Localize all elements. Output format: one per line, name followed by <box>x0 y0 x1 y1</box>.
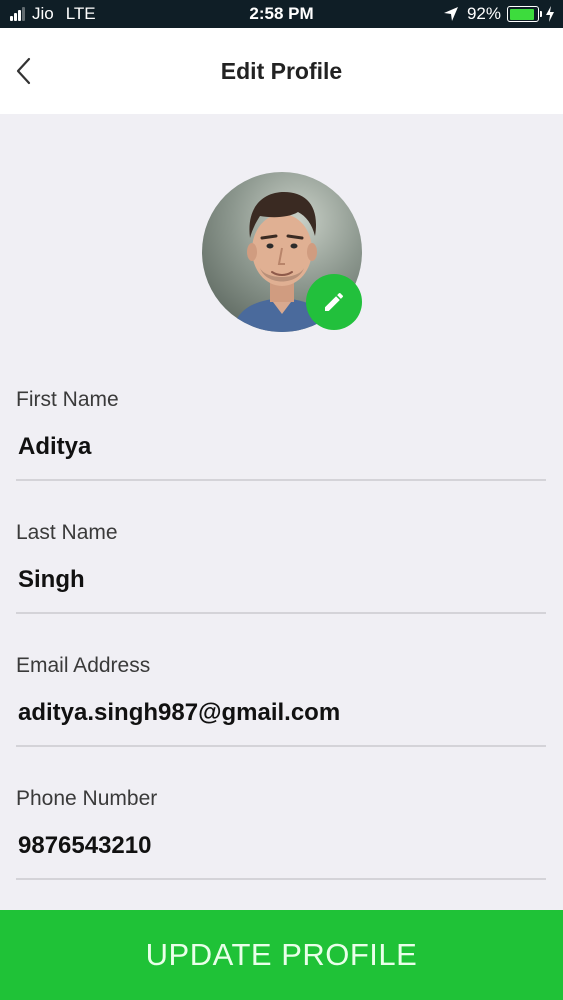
avatar-section <box>202 172 362 332</box>
first-name-label: First Name <box>16 388 119 411</box>
phone-input[interactable] <box>18 826 546 866</box>
email-label: Email Address <box>16 654 151 677</box>
first-name-field: First Name <box>16 387 546 481</box>
email-input[interactable] <box>18 693 546 733</box>
email-underline <box>16 745 546 747</box>
phone-label: Phone Number <box>16 787 158 810</box>
battery-fill <box>509 8 535 20</box>
edit-photo-button[interactable] <box>306 274 362 330</box>
phone-underline <box>16 878 546 880</box>
charging-bolt-icon <box>546 6 554 22</box>
first-name-input[interactable] <box>18 427 546 467</box>
email-field: Email Address <box>16 653 546 747</box>
first-name-underline <box>16 479 546 481</box>
last-name-input[interactable] <box>18 560 546 600</box>
last-name-underline <box>16 612 546 614</box>
update-profile-button[interactable]: UPDATE PROFILE <box>0 910 563 1000</box>
status-right: 92% <box>443 4 555 24</box>
last-name-field: Last Name <box>16 520 546 614</box>
location-arrow-icon <box>443 7 458 21</box>
pencil-icon <box>325 292 344 311</box>
battery-icon <box>507 6 542 22</box>
last-name-label: Last Name <box>16 521 118 544</box>
nav-header: Edit Profile <box>0 28 563 114</box>
phone-field: Phone Number <box>16 786 546 880</box>
page-title: Edit Profile <box>220 58 343 84</box>
battery-percent: 92% <box>466 4 501 23</box>
status-bar: Jio LTE 2:58 PM 92% <box>0 0 563 28</box>
